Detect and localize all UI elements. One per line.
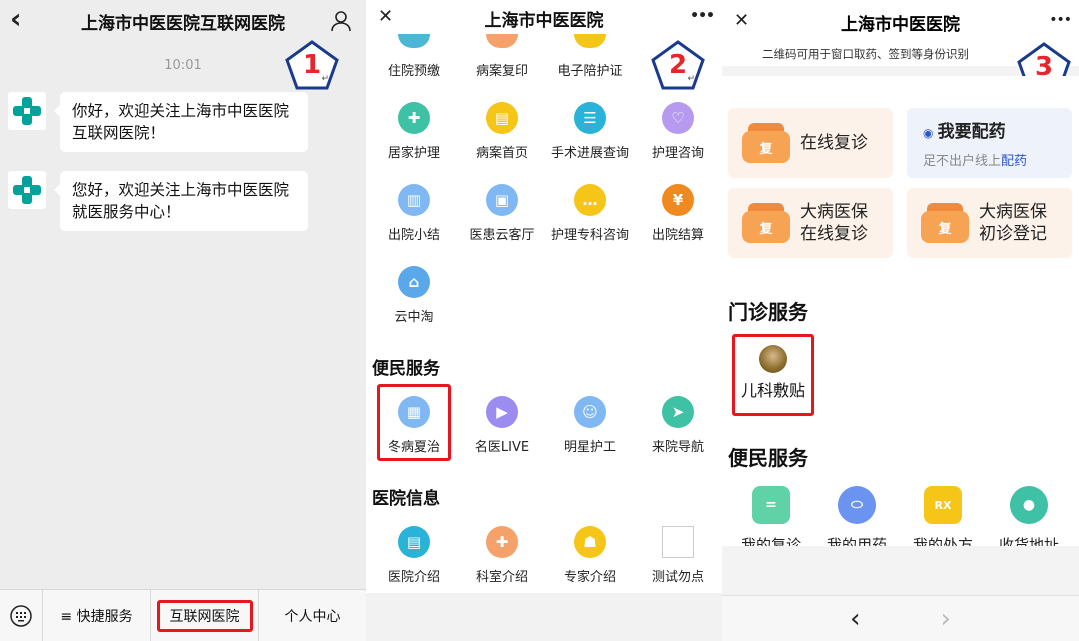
section-convenience: 便民服务: [728, 446, 808, 470]
chat-message: 你好，欢迎关注上海市中医医院互联网医院！: [8, 92, 308, 152]
more-icon[interactable]: •••: [1049, 12, 1072, 28]
service-navigation[interactable]: ➤ 来院导航: [634, 396, 722, 455]
bottom-bar: [366, 593, 722, 641]
conv-delivery-address[interactable]: ● 收货地址: [986, 486, 1072, 546]
hospital-home-panel: ✕ 上海市中医医院 ••• 二维码可用于窗口取药、签到等身份识别 3↵ 复 在线…: [722, 0, 1079, 641]
service-escort-pass[interactable]: 电子陪护证: [546, 60, 634, 79]
chat-title: 上海市中医医院互联网医院: [81, 13, 285, 34]
card-insurance-register[interactable]: 复 大病医保 初诊登记: [907, 188, 1072, 258]
report-icon: ▥: [398, 184, 430, 216]
revisit-icon: 复: [742, 203, 790, 243]
heart-chat-icon: ♡: [662, 102, 694, 134]
message-bubble: 你好，欢迎关注上海市中医医院互联网医院！: [54, 92, 308, 152]
service-winter-summer[interactable]: ▦ 冬病夏治: [370, 396, 458, 455]
hospital-logo-icon: [8, 92, 46, 130]
services-title: 上海市中医医院: [484, 10, 604, 31]
conv-my-prescription[interactable]: RX 我的处方: [900, 486, 986, 546]
play-icon: ▶: [486, 396, 518, 428]
rx-icon: RX: [924, 486, 962, 524]
card-insurance-revisit[interactable]: 复 大病医保 在线复诊: [728, 188, 893, 258]
calendar-icon: ▦: [398, 396, 430, 428]
service-surgery-progress[interactable]: ☰ 手术进展查询: [546, 102, 634, 161]
user-icon[interactable]: [330, 10, 352, 37]
revisit-icon: 复: [742, 123, 790, 163]
conv-my-medication[interactable]: ⬭ 我的用药: [814, 486, 900, 546]
person-add-icon: ☺: [574, 396, 606, 428]
plus-icon: ✚: [486, 526, 518, 558]
info-hospital-intro[interactable]: ▤ 医院介绍: [370, 526, 458, 585]
card-prescription-refill[interactable]: ◉ 我要配药 足不出户线上配药: [907, 108, 1072, 178]
card-online-revisit[interactable]: 复 在线复诊: [728, 108, 893, 178]
revisit-icon: 复: [921, 203, 969, 243]
services-panel: ✕ 上海市中医医院 ••• 2 ↵ 住院预缴 病案复印 电子陪护证 ✚ 居家护理 ▤…: [366, 0, 722, 641]
info-department-intro[interactable]: ✚ 科室介绍: [458, 526, 546, 585]
qr-hint: 二维码可用于窗口取药、签到等身份识别: [762, 47, 969, 61]
keyboard-icon[interactable]: [0, 590, 42, 641]
lounge-icon: ▣: [486, 184, 518, 216]
info-expert-intro[interactable]: ☗ 专家介绍: [546, 526, 634, 585]
chat-header: ‹ 上海市中医医院互联网医院: [0, 0, 366, 42]
pill-icon: ⬭: [838, 486, 876, 524]
step-number: 2: [668, 50, 688, 80]
hospital-logo-icon: [8, 171, 46, 209]
chat-timestamp: 10:01: [164, 58, 202, 73]
browser-nav-bar: ‹ ›: [722, 595, 1079, 641]
document-icon: ▤: [486, 102, 518, 134]
service-discharge-summary[interactable]: ▥ 出院小结: [370, 184, 458, 243]
service-record-front[interactable]: ▤ 病案首页: [458, 102, 546, 161]
info-test[interactable]: 测试勿点: [634, 526, 722, 585]
service-nursing-consult[interactable]: ♡ 护理咨询: [634, 102, 722, 161]
section-convenience: 便民服务: [372, 359, 440, 379]
child-avatar-icon: [759, 345, 787, 373]
step-badge-2: 2 ↵: [651, 40, 705, 90]
chat-icon: …: [574, 184, 606, 216]
service-doctor-live[interactable]: ▶ 名医LIVE: [458, 396, 546, 455]
service-specialty-consult[interactable]: … 护理专科咨询: [546, 184, 634, 243]
home-nursing-icon: ✚: [398, 102, 430, 134]
hospital-icon: ▤: [398, 526, 430, 558]
service-cloud-shop[interactable]: ⌂ 云中淘: [370, 266, 458, 325]
conv-my-revisit[interactable]: = 我的复诊: [728, 486, 814, 546]
back-icon[interactable]: ‹: [10, 2, 22, 35]
section-hospital-info: 医院信息: [372, 489, 440, 509]
more-icon[interactable]: •••: [690, 8, 715, 24]
message-bubble: 您好，欢迎关注上海市中医医院就医服务中心！: [54, 171, 308, 231]
service-record-copy[interactable]: 病案复印: [458, 60, 546, 79]
sliders-icon: ☰: [574, 102, 606, 134]
service-star-caregiver[interactable]: ☺ 明星护工: [546, 396, 634, 455]
nav-back-icon[interactable]: ‹: [850, 604, 860, 634]
home-title: 上海市中医医院: [841, 15, 960, 35]
close-icon[interactable]: ✕: [378, 6, 393, 27]
service-pediatric-patch[interactable]: 儿科敷贴: [732, 334, 814, 416]
location-icon: ●: [1010, 486, 1048, 524]
service-hospital-prepay[interactable]: 住院预缴: [370, 60, 458, 79]
shop-icon: ⌂: [398, 266, 430, 298]
menu-quick-services[interactable]: ≡ 快捷服务: [42, 590, 150, 641]
nav-forward-icon[interactable]: ›: [941, 604, 951, 634]
menu-internet-hospital[interactable]: 互联网医院: [150, 590, 258, 641]
service-discharge-billing[interactable]: ¥ 出院结算: [634, 184, 722, 243]
menu-bar: ≡ 快捷服务 互联网医院 个人中心: [0, 589, 366, 641]
services-header: ✕ 上海市中医医院 •••: [366, 0, 722, 36]
chat-panel: ‹ 上海市中医医院互联网医院 1 ↵ 10:01 你好，欢迎关注上海市中医医院互联…: [0, 0, 366, 641]
section-outpatient: 门诊服务: [728, 300, 808, 324]
service-home-nursing[interactable]: ✚ 居家护理: [370, 102, 458, 161]
clipboard-icon: =: [752, 486, 790, 524]
doctor-icon: ☗: [574, 526, 606, 558]
navigation-icon: ➤: [662, 396, 694, 428]
blank-image-icon: [662, 526, 694, 558]
service-patient-lounge[interactable]: ▣ 医患云客厅: [458, 184, 546, 243]
menu-personal-center[interactable]: 个人中心: [258, 590, 366, 641]
internet-hospital-label: 互联网医院: [156, 599, 253, 632]
chat-message: 您好，欢迎关注上海市中医医院就医服务中心！: [8, 171, 308, 231]
yen-icon: ¥: [662, 184, 694, 216]
